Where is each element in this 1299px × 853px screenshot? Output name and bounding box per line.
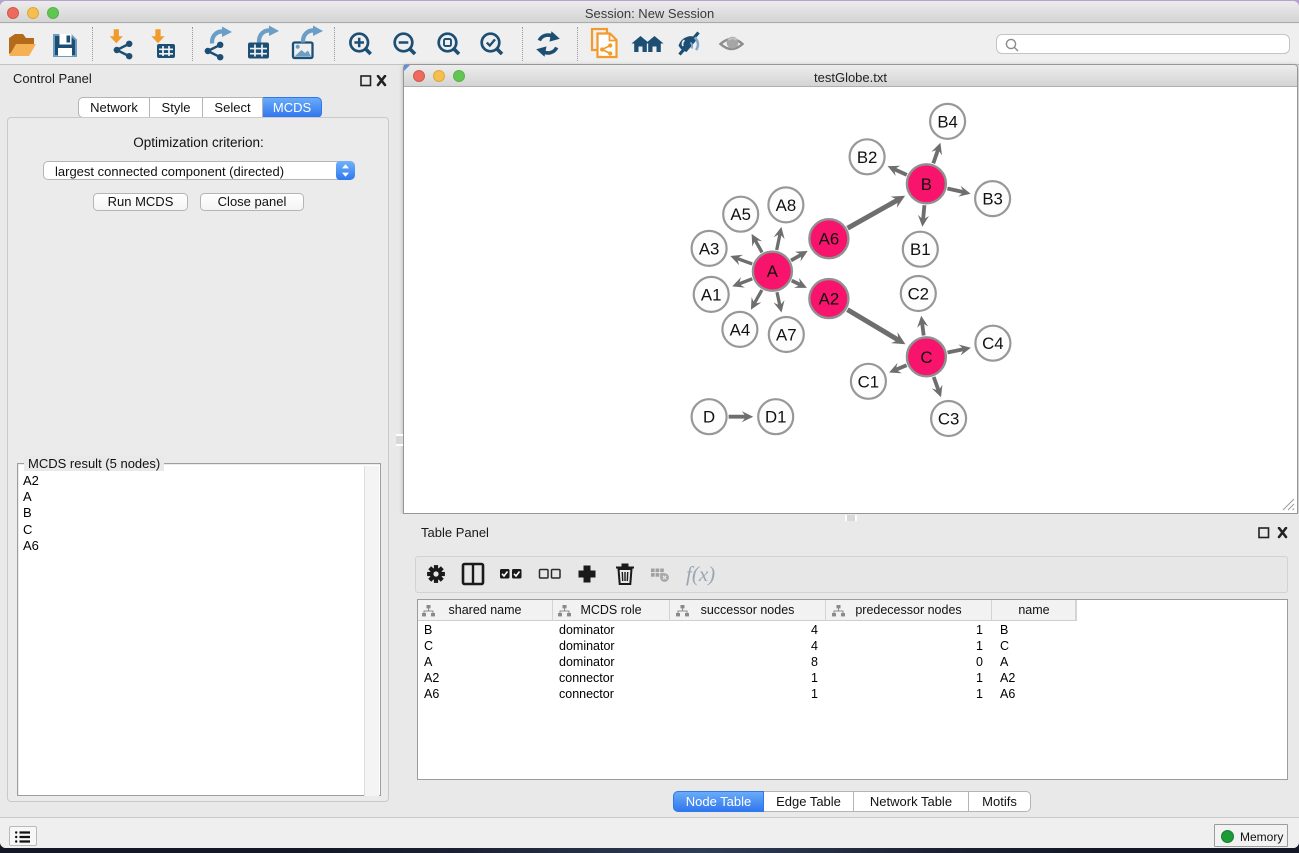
svg-text:f(x): f(x) [686, 562, 715, 586]
svg-text:C1: C1 [858, 372, 879, 391]
svg-text:A8: A8 [776, 196, 797, 215]
svg-text:C4: C4 [982, 334, 1003, 353]
svg-text:C: C [920, 348, 932, 367]
svg-text:C3: C3 [938, 410, 959, 429]
svg-text:B2: B2 [857, 148, 878, 167]
svg-text:D: D [703, 408, 715, 427]
svg-text:B1: B1 [910, 240, 931, 259]
svg-text:A6: A6 [819, 230, 840, 249]
svg-text:B3: B3 [982, 190, 1003, 209]
svg-text:A3: A3 [699, 239, 720, 258]
svg-text:D1: D1 [765, 408, 786, 427]
svg-text:A2: A2 [819, 290, 840, 309]
svg-text:A1: A1 [701, 285, 722, 304]
svg-text:C2: C2 [908, 285, 929, 304]
svg-text:A7: A7 [776, 326, 797, 345]
svg-text:A4: A4 [730, 320, 751, 339]
svg-text:A: A [767, 262, 779, 281]
svg-text:A5: A5 [730, 205, 751, 224]
svg-text:B4: B4 [937, 112, 958, 131]
svg-text:B: B [921, 175, 932, 194]
